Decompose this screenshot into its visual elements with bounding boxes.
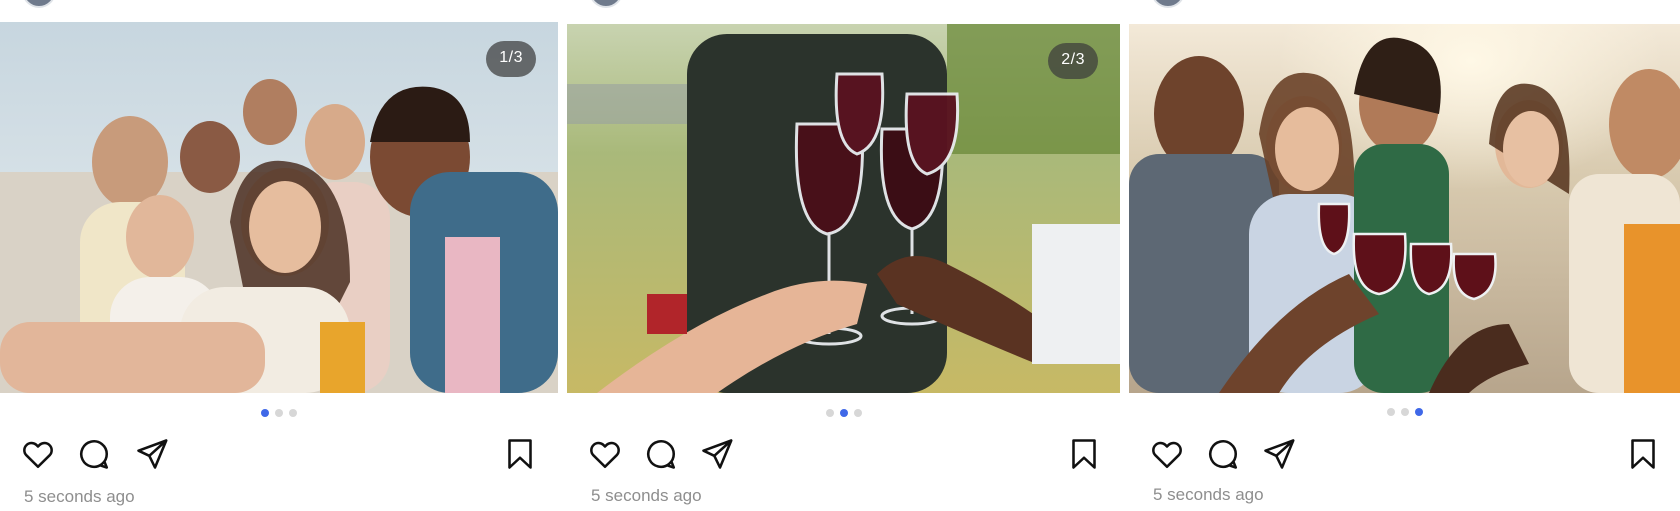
bookmark-icon — [1631, 439, 1655, 469]
carousel-dot-2[interactable] — [839, 409, 848, 417]
like-button[interactable] — [18, 434, 58, 474]
post-card-2: 2/3 5 seconds ago — [567, 0, 1120, 511]
carousel-dots — [567, 409, 1120, 419]
image-counter-badge: 2/3 — [1048, 43, 1098, 79]
carousel-dot-2[interactable] — [1400, 408, 1409, 416]
author-avatar[interactable] — [22, 0, 56, 8]
share-button[interactable] — [1259, 434, 1299, 474]
send-icon — [1264, 439, 1295, 469]
friends-toasting-photo — [1129, 24, 1680, 393]
post-card-1: 1/3 5 seconds ago — [0, 0, 558, 511]
carousel-dot-3[interactable] — [853, 409, 862, 417]
author-avatar[interactable] — [589, 0, 623, 8]
bookmark-icon — [1072, 439, 1096, 469]
author-avatar[interactable] — [1151, 0, 1185, 8]
comment-button[interactable] — [1203, 434, 1243, 474]
carousel-dot-3[interactable] — [289, 409, 297, 417]
post-actions — [0, 434, 558, 474]
carousel-dots — [1129, 408, 1680, 418]
selfie-group-photo — [0, 22, 558, 393]
carousel-dot-3[interactable] — [1414, 408, 1423, 416]
post-image[interactable]: 2/3 — [567, 24, 1120, 393]
save-button[interactable] — [500, 434, 540, 474]
comment-icon — [1208, 440, 1238, 469]
post-image[interactable] — [1129, 24, 1680, 393]
post-timestamp: 5 seconds ago — [591, 486, 702, 505]
post-card-3: 5 seconds ago — [1129, 0, 1680, 511]
post-actions — [1129, 434, 1680, 474]
image-counter-badge: 1/3 — [486, 41, 536, 77]
heart-icon — [590, 441, 620, 469]
carousel-dot-1[interactable] — [825, 409, 834, 417]
heart-icon — [1152, 441, 1182, 469]
send-icon — [702, 439, 733, 469]
carousel-dot-1[interactable] — [1386, 408, 1395, 416]
carousel-dot-2[interactable] — [275, 409, 283, 417]
post-timestamp: 5 seconds ago — [1153, 485, 1264, 504]
post-image[interactable]: 1/3 — [0, 22, 558, 393]
comment-icon — [646, 440, 676, 469]
post-timestamp: 5 seconds ago — [24, 487, 135, 506]
save-button[interactable] — [1623, 434, 1663, 474]
like-button[interactable] — [585, 434, 625, 474]
heart-icon — [23, 441, 53, 469]
comment-button[interactable] — [74, 434, 114, 474]
send-icon — [137, 439, 168, 469]
carousel-dots — [0, 409, 558, 419]
like-button[interactable] — [1147, 434, 1187, 474]
share-button[interactable] — [697, 434, 737, 474]
wine-toast-photo — [567, 24, 1120, 393]
bookmark-icon — [508, 439, 532, 469]
comment-button[interactable] — [641, 434, 681, 474]
comment-icon — [79, 440, 109, 469]
carousel-dot-1[interactable] — [261, 409, 269, 417]
post-actions — [567, 434, 1120, 474]
save-button[interactable] — [1064, 434, 1104, 474]
share-button[interactable] — [132, 434, 172, 474]
